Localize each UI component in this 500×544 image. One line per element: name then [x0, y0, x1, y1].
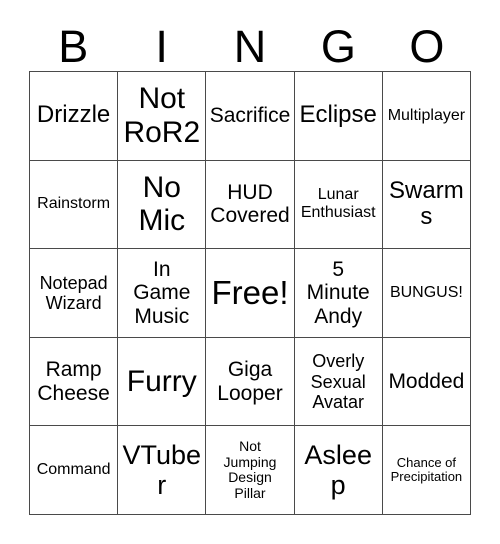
bingo-cell-label: Multiplayer [387, 106, 466, 124]
bingo-cell-label: Command [36, 461, 111, 479]
bingo-grid: Drizzle Not RoR2 Sacrifice Eclipse Multiplay… [29, 71, 471, 515]
bingo-cell-label: Free! [211, 273, 289, 311]
bingo-cell-label: Lunar Enthusiast [300, 186, 376, 222]
bingo-cell-label: In Game Music [133, 257, 191, 328]
bingo-cell[interactable]: Lunar Enthusiast [294, 160, 383, 250]
bingo-cell[interactable]: Multiplayer [382, 72, 471, 161]
bingo-cell-label: VTuber [122, 439, 202, 501]
bingo-cell[interactable]: Swarms [382, 160, 471, 250]
bingo-cell-label: Chance of Precipitation [390, 454, 463, 485]
bingo-cell-label: Not Jumping Design Pillar [223, 437, 277, 501]
bingo-header: B I N G O [29, 14, 471, 71]
bingo-card: B I N G O Drizzle Not RoR2 Sacrifice Eclips… [0, 0, 500, 544]
bingo-cell[interactable]: Chance of Precipitation [382, 426, 471, 515]
bingo-cell[interactable]: Not RoR2 [118, 72, 207, 161]
bingo-cell[interactable]: Furry [118, 337, 207, 427]
bingo-cell[interactable]: BUNGUS! [382, 249, 471, 338]
bingo-cell-label: Sacrifice [209, 104, 291, 128]
header-letter-b: B [58, 21, 89, 72]
bingo-cell[interactable]: Modded [382, 337, 471, 427]
bingo-cell-label: Not RoR2 [123, 82, 201, 149]
bingo-cell-label: Rainstorm [37, 195, 111, 213]
bingo-cell[interactable]: Drizzle [30, 72, 119, 161]
bingo-cell[interactable]: HUD Covered [206, 160, 295, 250]
bingo-cell-label: Swarms [389, 176, 464, 231]
bingo-cell-label: Modded [388, 369, 465, 393]
bingo-cell[interactable]: Notepad Wizard [30, 249, 119, 338]
bingo-cell-label: Giga Looper [217, 358, 283, 405]
bingo-cell-label: BUNGUS! [389, 284, 463, 302]
bingo-cell[interactable]: Ramp Cheese [30, 337, 119, 427]
header-letter-n: N [233, 21, 267, 72]
bingo-cell[interactable]: In Game Music [118, 249, 207, 338]
bingo-cell-free-space[interactable]: Free! [206, 249, 295, 338]
bingo-cell[interactable]: Overly Sexual Avatar [294, 337, 383, 427]
bingo-cell-label: 5 Minute Andy [306, 257, 370, 328]
bingo-cell-label: Eclipse [299, 101, 377, 129]
bingo-cell-label: Drizzle [36, 101, 111, 129]
bingo-cell[interactable]: Command [30, 426, 119, 515]
bingo-cell-label: HUD Covered [210, 180, 290, 228]
bingo-cell-label: Overly Sexual Avatar [310, 351, 366, 412]
bingo-cell-label: Ramp Cheese [37, 358, 110, 405]
bingo-cell[interactable]: 5 Minute Andy [294, 249, 383, 338]
bingo-cell[interactable]: VTuber [118, 426, 207, 515]
bingo-cell-label: No Mic [138, 170, 186, 238]
bingo-cell[interactable]: No Mic [118, 160, 207, 250]
header-letter-g: G [320, 21, 356, 72]
bingo-cell[interactable]: Sacrifice [206, 72, 295, 161]
bingo-cell[interactable]: Not Jumping Design Pillar [206, 426, 295, 515]
bingo-cell[interactable]: Eclipse [294, 72, 383, 161]
header-letter-i: I [155, 21, 168, 72]
bingo-cell[interactable]: Asleep [294, 426, 383, 515]
bingo-cell[interactable]: Giga Looper [206, 337, 295, 427]
header-letter-o: O [409, 21, 445, 72]
bingo-cell-label: Notepad Wizard [39, 272, 108, 313]
bingo-cell-label: Asleep [304, 439, 372, 501]
bingo-cell[interactable]: Rainstorm [30, 160, 119, 250]
bingo-cell-label: Furry [126, 364, 197, 398]
